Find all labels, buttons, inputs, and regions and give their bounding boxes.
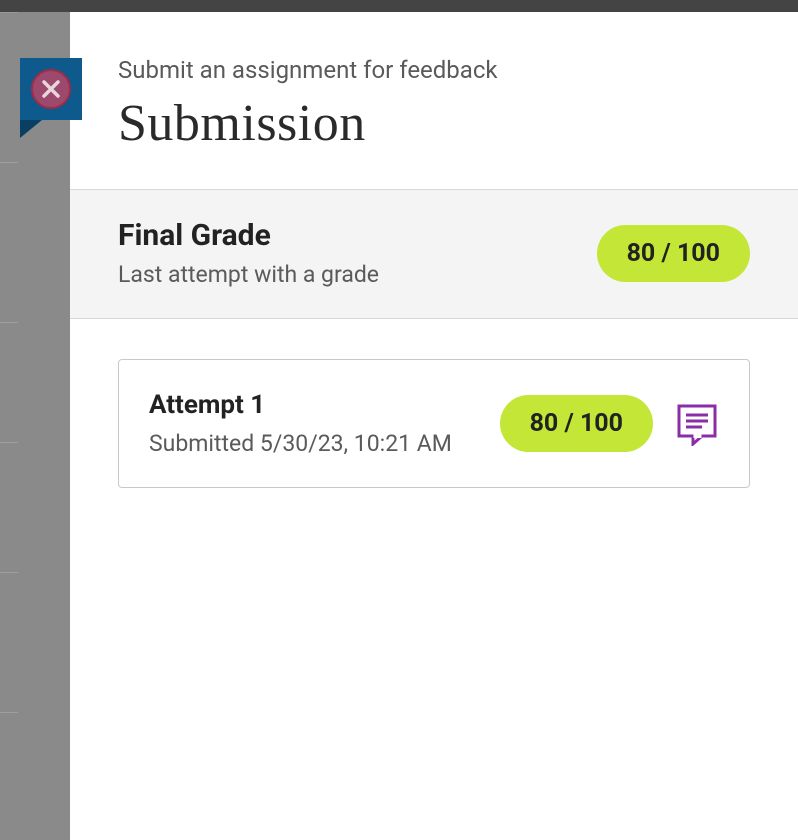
panel-pretitle: Submit an assignment for feedback bbox=[118, 56, 798, 84]
final-grade-label: Final Grade bbox=[118, 218, 379, 253]
top-bar bbox=[0, 0, 798, 12]
attempt-title: Attempt 1 bbox=[149, 390, 452, 420]
final-grade-sub: Last attempt with a grade bbox=[118, 261, 379, 288]
final-grade-section: Final Grade Last attempt with a grade 80… bbox=[70, 189, 798, 319]
attempt-card[interactable]: Attempt 1 Submitted 5/30/23, 10:21 AM 80… bbox=[118, 359, 750, 488]
attempt-text: Attempt 1 Submitted 5/30/23, 10:21 AM bbox=[149, 390, 452, 457]
final-grade-text: Final Grade Last attempt with a grade bbox=[118, 218, 379, 288]
attempt-score: 80 / 100 bbox=[500, 395, 653, 452]
attempt-submitted: Submitted 5/30/23, 10:21 AM bbox=[149, 430, 452, 457]
close-button[interactable] bbox=[20, 58, 82, 120]
submission-panel: Submit an assignment for feedback Submis… bbox=[70, 12, 798, 840]
final-grade-score: 80 / 100 bbox=[597, 225, 750, 282]
panel-header: Submit an assignment for feedback Submis… bbox=[70, 12, 798, 189]
close-icon bbox=[31, 69, 71, 109]
attempts-list: Attempt 1 Submitted 5/30/23, 10:21 AM 80… bbox=[70, 319, 798, 528]
panel-title: Submission bbox=[118, 94, 798, 153]
attempt-right: 80 / 100 bbox=[500, 395, 719, 452]
feedback-icon[interactable] bbox=[675, 402, 719, 446]
sidebar-strip bbox=[0, 12, 18, 840]
